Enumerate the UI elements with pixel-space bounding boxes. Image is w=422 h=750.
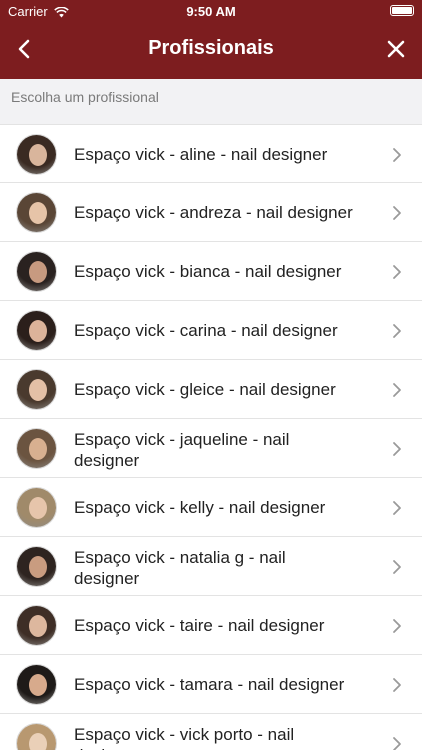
professionals-list: Espaço vick - aline - nail designer Espaç… xyxy=(0,124,422,750)
professional-name: Espaço vick - bianca - nail designer xyxy=(74,262,342,281)
avatar xyxy=(16,192,57,233)
avatar xyxy=(16,605,57,646)
avatar xyxy=(16,310,57,351)
professional-name: Espaço vick - tamara - nail designer xyxy=(74,675,345,694)
avatar xyxy=(16,369,57,410)
professional-name: Espaço vick - andreza - nail designer xyxy=(74,203,353,222)
professional-row[interactable]: Espaço vick - andreza - nail designer xyxy=(0,183,422,242)
professional-name: Espaço vick - gleice - nail designer xyxy=(74,380,336,399)
chevron-right-icon xyxy=(393,324,401,338)
clock: 9:50 AM xyxy=(186,4,236,19)
professional-name: Espaço vick - aline - nail designer xyxy=(74,145,328,164)
professional-row[interactable]: Espaço vick - kelly - nail designer xyxy=(0,478,422,537)
chevron-right-icon xyxy=(393,442,401,456)
chevron-right-icon xyxy=(393,560,401,574)
avatar xyxy=(16,723,57,750)
professional-row[interactable]: Espaço vick - tamara - nail designer xyxy=(0,655,422,714)
battery-icon xyxy=(390,5,414,16)
professional-name: Espaço vick - natalia g - nail designer xyxy=(74,548,286,588)
professional-name: Espaço vick - carina - nail designer xyxy=(74,321,338,340)
professional-name: Espaço vick - kelly - nail designer xyxy=(74,498,326,517)
page-title: Profissionais xyxy=(148,37,274,59)
professional-row[interactable]: Espaço vick - bianca - nail designer xyxy=(0,242,422,301)
chevron-right-icon xyxy=(393,148,401,162)
professional-row[interactable]: Espaço vick - natalia g - nail designer xyxy=(0,537,422,596)
avatar xyxy=(16,487,57,528)
app-header: Carrier 9:50 AM Profissionais xyxy=(0,0,422,79)
chevron-right-icon xyxy=(393,501,401,515)
professional-name: Espaço vick - vick porto - nail designer xyxy=(74,725,295,750)
status-bar: Carrier 9:50 AM xyxy=(0,0,422,22)
chevron-right-icon xyxy=(393,383,401,397)
professional-row[interactable]: Espaço vick - taire - nail designer xyxy=(0,596,422,655)
chevron-right-icon xyxy=(393,265,401,279)
professional-row[interactable]: Espaço vick - carina - nail designer xyxy=(0,301,422,360)
section-label: Escolha um profissional xyxy=(11,89,159,105)
chevron-right-icon xyxy=(393,678,401,692)
professional-row[interactable]: Espaço vick - gleice - nail designer xyxy=(0,360,422,419)
nav-bar: Profissionais xyxy=(0,22,422,79)
chevron-right-icon xyxy=(393,737,401,750)
avatar xyxy=(16,134,57,175)
professional-row[interactable]: Espaço vick - jaqueline - nail designer xyxy=(0,419,422,478)
avatar xyxy=(16,251,57,292)
close-icon xyxy=(387,40,405,58)
close-button[interactable] xyxy=(382,34,410,64)
avatar xyxy=(16,546,57,587)
professional-row[interactable]: Espaço vick - vick porto - nail designer xyxy=(0,714,422,750)
chevron-right-icon xyxy=(393,619,401,633)
professional-name: Espaço vick - taire - nail designer xyxy=(74,616,325,635)
chevron-right-icon xyxy=(393,206,401,220)
professional-name: Espaço vick - jaqueline - nail designer xyxy=(74,430,290,470)
avatar xyxy=(16,428,57,469)
avatar xyxy=(16,664,57,705)
professional-row[interactable]: Espaço vick - aline - nail designer xyxy=(0,124,422,183)
